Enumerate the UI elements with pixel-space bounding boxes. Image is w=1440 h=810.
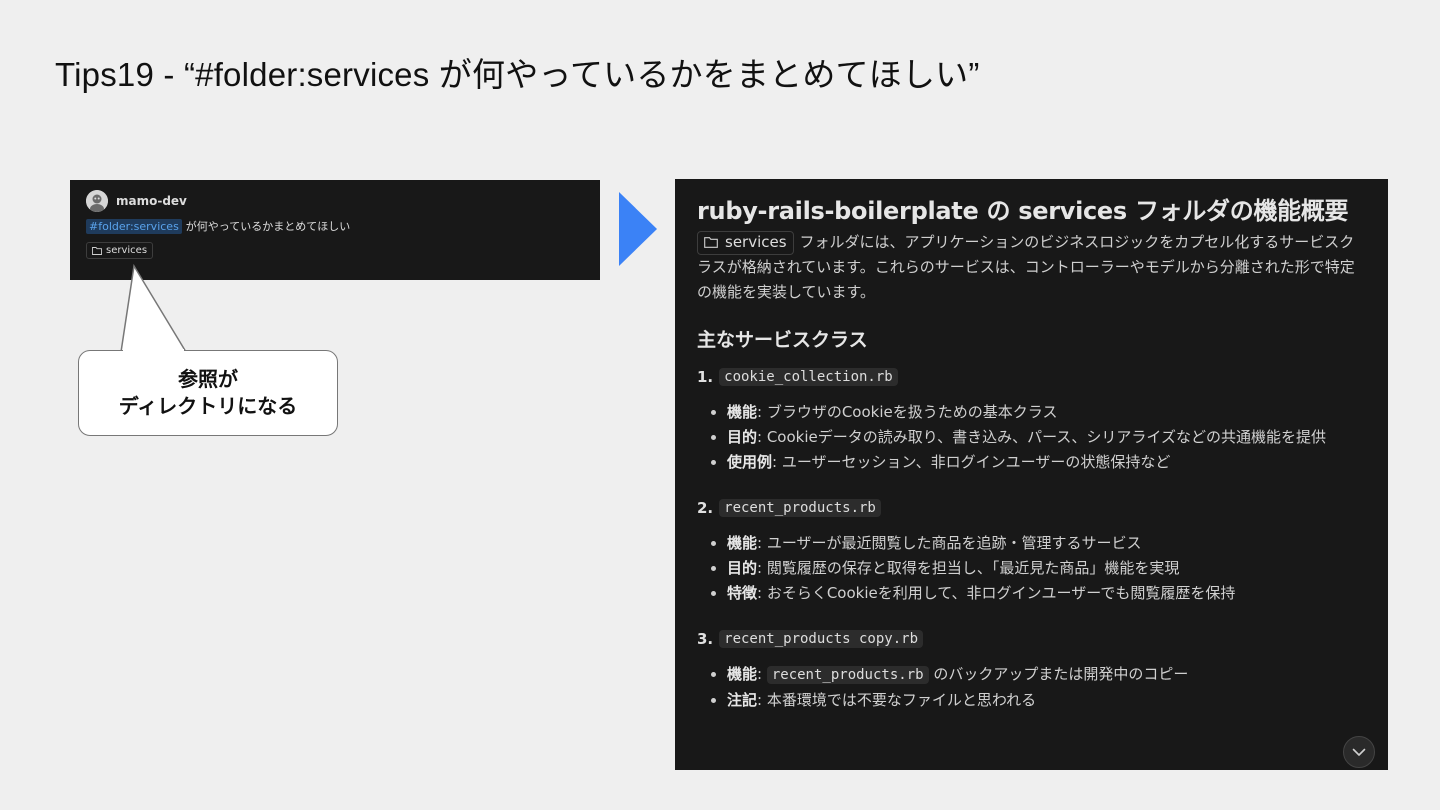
chat-message-text: が何やっているかまとめてほしい [185,220,351,233]
service-file: recent_products copy.rb [719,630,924,648]
service-details: 機能: ブラウザのCookieを扱うための基本クラス 目的: Cookieデータ… [697,400,1368,475]
item-label: 目的 [727,428,758,446]
reference-chip-label: services [106,245,148,256]
list-item: 機能: ブラウザのCookieを扱うための基本クラス [727,400,1368,425]
response-intro-text: フォルダには、アプリケーションのビジネスロジックをカプセル化するサービスクラスが… [697,233,1355,301]
item-text: : 閲覧履歴の保存と取得を担当し、「最近見た商品」機能を実現 [757,559,1180,577]
folder-mention[interactable]: #folder:services [86,218,182,234]
service-details: 機能: ユーザーが最近閲覧した商品を追跡・管理するサービス 目的: 閲覧履歴の保… [697,531,1368,606]
reference-chip[interactable]: services [86,242,154,259]
list-item: 目的: Cookieデータの読み取り、書き込み、パース、シリアライズなどの共通機… [727,425,1368,450]
arrow-right-icon [619,192,657,266]
service-details: 機能: recent_products.rb のバックアップまたは開発中のコピー… [697,662,1368,713]
item-label: 機能 [727,403,758,421]
list-item: 目的: 閲覧履歴の保存と取得を担当し、「最近見た商品」機能を実現 [727,556,1368,581]
item-code: recent_products.rb [766,666,929,684]
item-label: 特徴 [727,584,758,602]
service-number: 1. [697,368,714,386]
response-intro: services フォルダには、アプリケーションのビジネスロジックをカプセル化す… [697,230,1368,305]
folder-icon [704,237,718,248]
chat-user-row: mamo-dev [86,190,584,212]
callout-bubble: 参照が ディレクトリになる [78,350,338,436]
list-item: 注記: 本番環境では不要なファイルと思われる [727,688,1368,713]
service-file: cookie_collection.rb [719,368,898,386]
callout-line-2: ディレクトリになる [118,394,298,418]
callout-line-1: 参照が [178,367,238,391]
item-colon: : [757,665,767,683]
item-label: 目的 [727,559,758,577]
item-label: 注記 [727,691,758,709]
item-label: 機能 [727,665,758,683]
services-folder-chip-label: services [725,233,787,251]
service-heading: 3. recent_products copy.rb [697,630,1368,648]
scroll-down-button[interactable] [1343,736,1375,768]
item-label: 機能 [727,534,758,552]
list-item: 使用例: ユーザーセッション、非ログインユーザーの状態保持など [727,450,1368,475]
item-text: : 本番環境では不要なファイルと思われる [757,691,1037,709]
username: mamo-dev [116,194,187,208]
response-panel: ruby-rails-boilerplate の services フォルダの機… [675,179,1388,770]
item-text: のバックアップまたは開発中のコピー [928,665,1189,683]
chevron-down-icon [1352,748,1366,756]
response-title: ruby-rails-boilerplate の services フォルダの機… [697,197,1349,225]
chat-message: #folder:services が何やっているかまとめてほしい [86,218,584,234]
callout-tail-joint [123,349,184,353]
slide-title: Tips19 - “#folder:services が何やっているかをまとめて… [55,56,980,93]
item-text: : Cookieデータの読み取り、書き込み、パース、シリアライズなどの共通機能を… [757,428,1326,446]
folder-icon [92,246,102,255]
list-item: 機能: ユーザーが最近閲覧した商品を追跡・管理するサービス [727,531,1368,556]
services-folder-chip[interactable]: services [697,230,794,255]
item-label: 使用例 [727,453,773,471]
service-number: 2. [697,499,714,517]
item-text: : ブラウザのCookieを扱うための基本クラス [757,403,1058,421]
service-file: recent_products.rb [719,499,881,517]
list-item: 機能: recent_products.rb のバックアップまたは開発中のコピー [727,662,1368,688]
section-title: 主なサービスクラス [697,329,868,351]
service-heading: 2. recent_products.rb [697,499,1368,517]
avatar [86,190,108,212]
chat-prompt-panel: mamo-dev #folder:services が何やっているかまとめてほし… [70,180,600,280]
list-item: 特徴: おそらくCookieを利用して、非ログインユーザーでも閲覧履歴を保持 [727,581,1368,606]
item-text: : ユーザーセッション、非ログインユーザーの状態保持など [772,453,1171,471]
item-text: : おそらくCookieを利用して、非ログインユーザーでも閲覧履歴を保持 [757,584,1236,602]
service-number: 3. [697,630,714,648]
item-text: : ユーザーが最近閲覧した商品を追跡・管理するサービス [757,534,1142,552]
service-heading: 1. cookie_collection.rb [697,368,1368,386]
